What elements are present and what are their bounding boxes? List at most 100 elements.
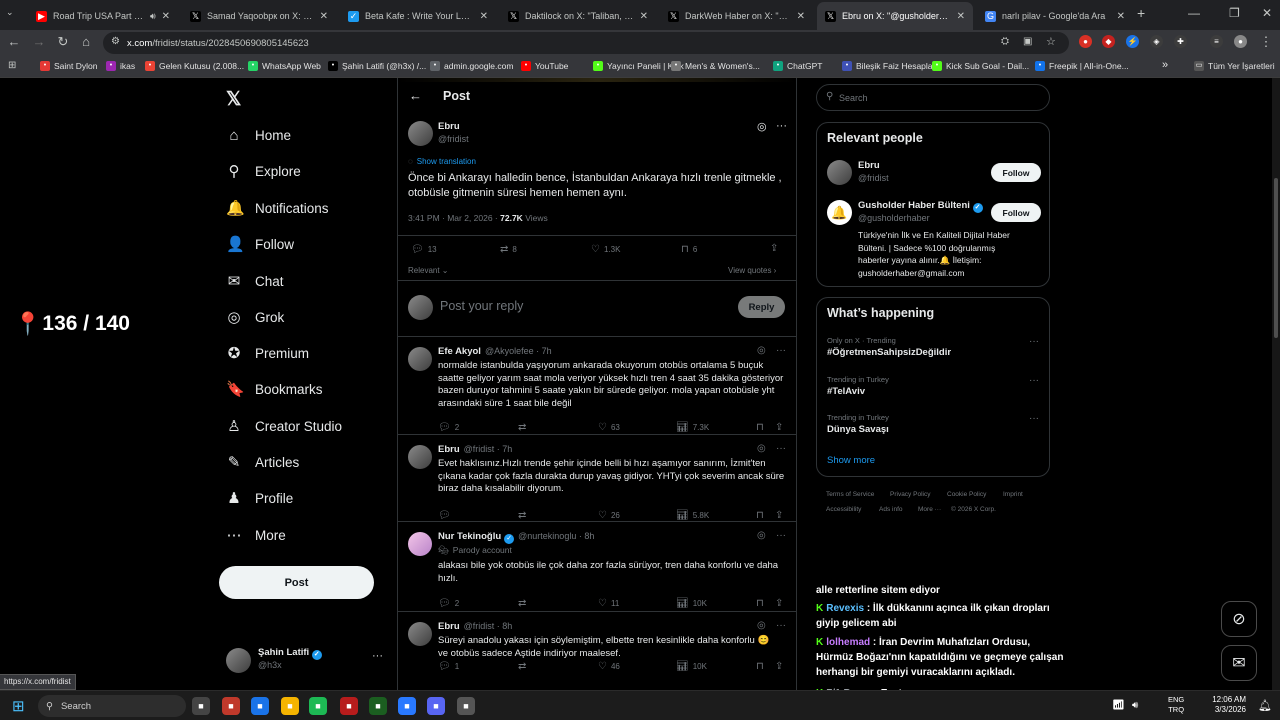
reply-input[interactable]: Post your reply: [440, 299, 523, 313]
restore-icon[interactable]: ❐: [1229, 6, 1240, 20]
share-button[interactable]: ⇪: [770, 243, 782, 254]
post-button[interactable]: Post: [219, 566, 374, 599]
nav-more[interactable]: ⋯ More: [226, 522, 286, 548]
trend-name[interactable]: Dünya Savaşı: [827, 424, 889, 435]
like-button[interactable]: ♡ 11: [598, 598, 619, 609]
bookmark-button[interactable]: ⊓: [756, 510, 768, 521]
clock[interactable]: 12:06 AM 3/3/2026: [1202, 695, 1246, 715]
reply-avatar[interactable]: [408, 445, 432, 469]
home-icon[interactable]: ⌂: [78, 34, 94, 49]
forward-icon[interactable]: →: [31, 34, 47, 49]
new-tab-button[interactable]: +: [1137, 5, 1145, 21]
extensions-puzzle-icon[interactable]: ✚: [1174, 35, 1187, 48]
nav-home[interactable]: ⌂ Home: [226, 122, 291, 148]
grok-icon[interactable]: ◎: [757, 620, 766, 631]
close-tab-icon[interactable]: ✕: [797, 11, 805, 22]
footer-link[interactable]: Cookie Policy: [947, 491, 986, 498]
site-info-icon[interactable]: ⚙: [111, 36, 120, 47]
reply-author-name[interactable]: Efe Akyol: [438, 346, 481, 357]
views-button[interactable]: 📊︎ 7.3K: [676, 422, 709, 433]
browser-tab[interactable]: ▶ Road Trip USA Part 4 - Drivi 🔊︎ ✕: [28, 2, 178, 30]
close-tab-icon[interactable]: ✕: [480, 11, 488, 22]
nav-creator-studio[interactable]: ♙ Creator Studio: [226, 413, 342, 439]
grok-icon[interactable]: ◎: [757, 443, 766, 454]
reply-author-name[interactable]: Nur Tekinoğlu: [438, 531, 501, 542]
trend-more-icon[interactable]: ···: [1029, 375, 1039, 386]
browser-tab[interactable]: Gnarlı pilav - Google'da Ara ✕: [977, 2, 1133, 30]
media-icon[interactable]: ≡: [1210, 35, 1223, 48]
reply-button[interactable]: 💬︎ 2: [438, 598, 459, 609]
obs-icon[interactable]: ■: [457, 697, 475, 715]
nav-explore[interactable]: ⚲ Explore: [226, 158, 301, 184]
share-button[interactable]: ⇪: [775, 510, 787, 521]
grok-icon[interactable]: ◎: [757, 120, 767, 133]
like-count[interactable]: ♡ 1.3K: [591, 244, 620, 255]
reply-more-icon[interactable]: ···: [776, 620, 786, 631]
translate-icon[interactable]: ⛭: [1001, 36, 1009, 47]
view-quotes-link[interactable]: View quotes ›: [728, 266, 776, 275]
bookmark-item[interactable]: • Saint Dylon: [40, 61, 97, 71]
task-view-icon[interactable]: ■: [192, 697, 210, 715]
follow-button[interactable]: Follow: [991, 163, 1041, 182]
reply-author-handle[interactable]: @nurtekinoglu · 8h: [518, 531, 594, 541]
audio-icon[interactable]: 🔊︎: [150, 11, 156, 22]
footer-link[interactable]: Privacy Policy: [890, 491, 930, 498]
account-switcher[interactable]: Şahin Latifi ✓ @h3x ···: [226, 646, 386, 676]
nav-profile[interactable]: ♟ Profile: [226, 485, 293, 511]
extension-shield-icon[interactable]: ◆: [1102, 35, 1115, 48]
menu-kebab-icon[interactable]: ⋮: [1258, 34, 1274, 50]
excel-icon[interactable]: ■: [369, 697, 387, 715]
browser-tab[interactable]: 𝕏 Ebru on X: "@gusholderhaber ✕: [817, 2, 973, 30]
nav-bookmarks[interactable]: 🔖 Bookmarks: [226, 376, 323, 402]
notifications-bell-icon[interactable]: 🔔︎: [1258, 699, 1272, 712]
account-more-icon[interactable]: ···: [372, 650, 383, 662]
app-icon[interactable]: ■: [398, 697, 416, 715]
person-avatar[interactable]: [827, 160, 852, 185]
messages-fab-icon[interactable]: ✉: [1221, 645, 1257, 681]
chat-username[interactable]: lolhemad: [826, 637, 870, 648]
nav-notifications[interactable]: 🔔 Notifications: [226, 195, 329, 221]
post-author-name[interactable]: Ebru: [438, 121, 460, 132]
share-button[interactable]: ⇪: [775, 661, 787, 672]
grok-icon[interactable]: ◎: [757, 530, 766, 541]
like-button[interactable]: ♡ 46: [598, 661, 620, 672]
footer-link[interactable]: Accessibility: [826, 506, 861, 513]
all-bookmarks[interactable]: ▭ Tüm Yer İşaretleri: [1194, 61, 1275, 71]
profile-avatar-icon[interactable]: ●: [1234, 35, 1247, 48]
repost-button[interactable]: ⇄: [518, 661, 530, 672]
views-button[interactable]: 📊︎ 10K: [676, 661, 707, 672]
reply-author-handle[interactable]: @Akyolefee · 7h: [485, 346, 552, 356]
browser-tab[interactable]: 𝕏 Daktilock on X: "Taliban, Pakista ✕: [500, 2, 656, 30]
reply-more-icon[interactable]: ···: [776, 345, 786, 356]
person-name[interactable]: Gusholder Haber Bülteni ✓: [858, 200, 983, 213]
reply-avatar[interactable]: [408, 622, 432, 646]
reply-avatar[interactable]: [408, 347, 432, 371]
extension-diamond-icon[interactable]: ◈: [1150, 35, 1163, 48]
show-more-link[interactable]: Show more: [827, 455, 875, 466]
tab-search-icon[interactable]: ⌄: [6, 7, 14, 18]
views-button[interactable]: 📊︎ 5.8K: [676, 510, 709, 521]
reply-button[interactable]: 💬︎ 1: [438, 661, 459, 672]
bookmark-item[interactable]: • Freepik | All-in-One...: [1035, 61, 1129, 71]
close-tab-icon[interactable]: ✕: [957, 11, 965, 22]
file-explorer-icon[interactable]: ■: [281, 697, 299, 715]
trend-more-icon[interactable]: ···: [1029, 413, 1039, 424]
volume-icon[interactable]: 🔊︎: [1132, 700, 1138, 711]
nav-grok[interactable]: ◎ Grok: [226, 304, 284, 330]
reply-more-icon[interactable]: ···: [776, 443, 786, 454]
footer-link[interactable]: Ads info: [879, 506, 903, 513]
reply-avatar[interactable]: [408, 532, 432, 556]
grok-icon[interactable]: ◎: [757, 345, 766, 356]
windows-start-icon[interactable]: ⊞: [12, 697, 25, 715]
reply-author-name[interactable]: Ebru: [438, 621, 460, 632]
close-window-icon[interactable]: ✕: [1262, 6, 1272, 20]
nav-chat[interactable]: ✉ Chat: [226, 268, 284, 294]
scrollbar-thumb[interactable]: [1274, 178, 1278, 338]
back-arrow-icon[interactable]: ←: [409, 88, 422, 103]
star-icon[interactable]: ☆: [1046, 35, 1056, 48]
trend-name[interactable]: #ÖğretmenSahipsizDeğildir: [827, 347, 951, 358]
post-more-icon[interactable]: ···: [776, 120, 787, 132]
discord-icon[interactable]: ■: [427, 697, 445, 715]
bookmark-item[interactable]: • ikas: [106, 61, 135, 71]
reply-button[interactable]: Reply: [738, 296, 785, 318]
